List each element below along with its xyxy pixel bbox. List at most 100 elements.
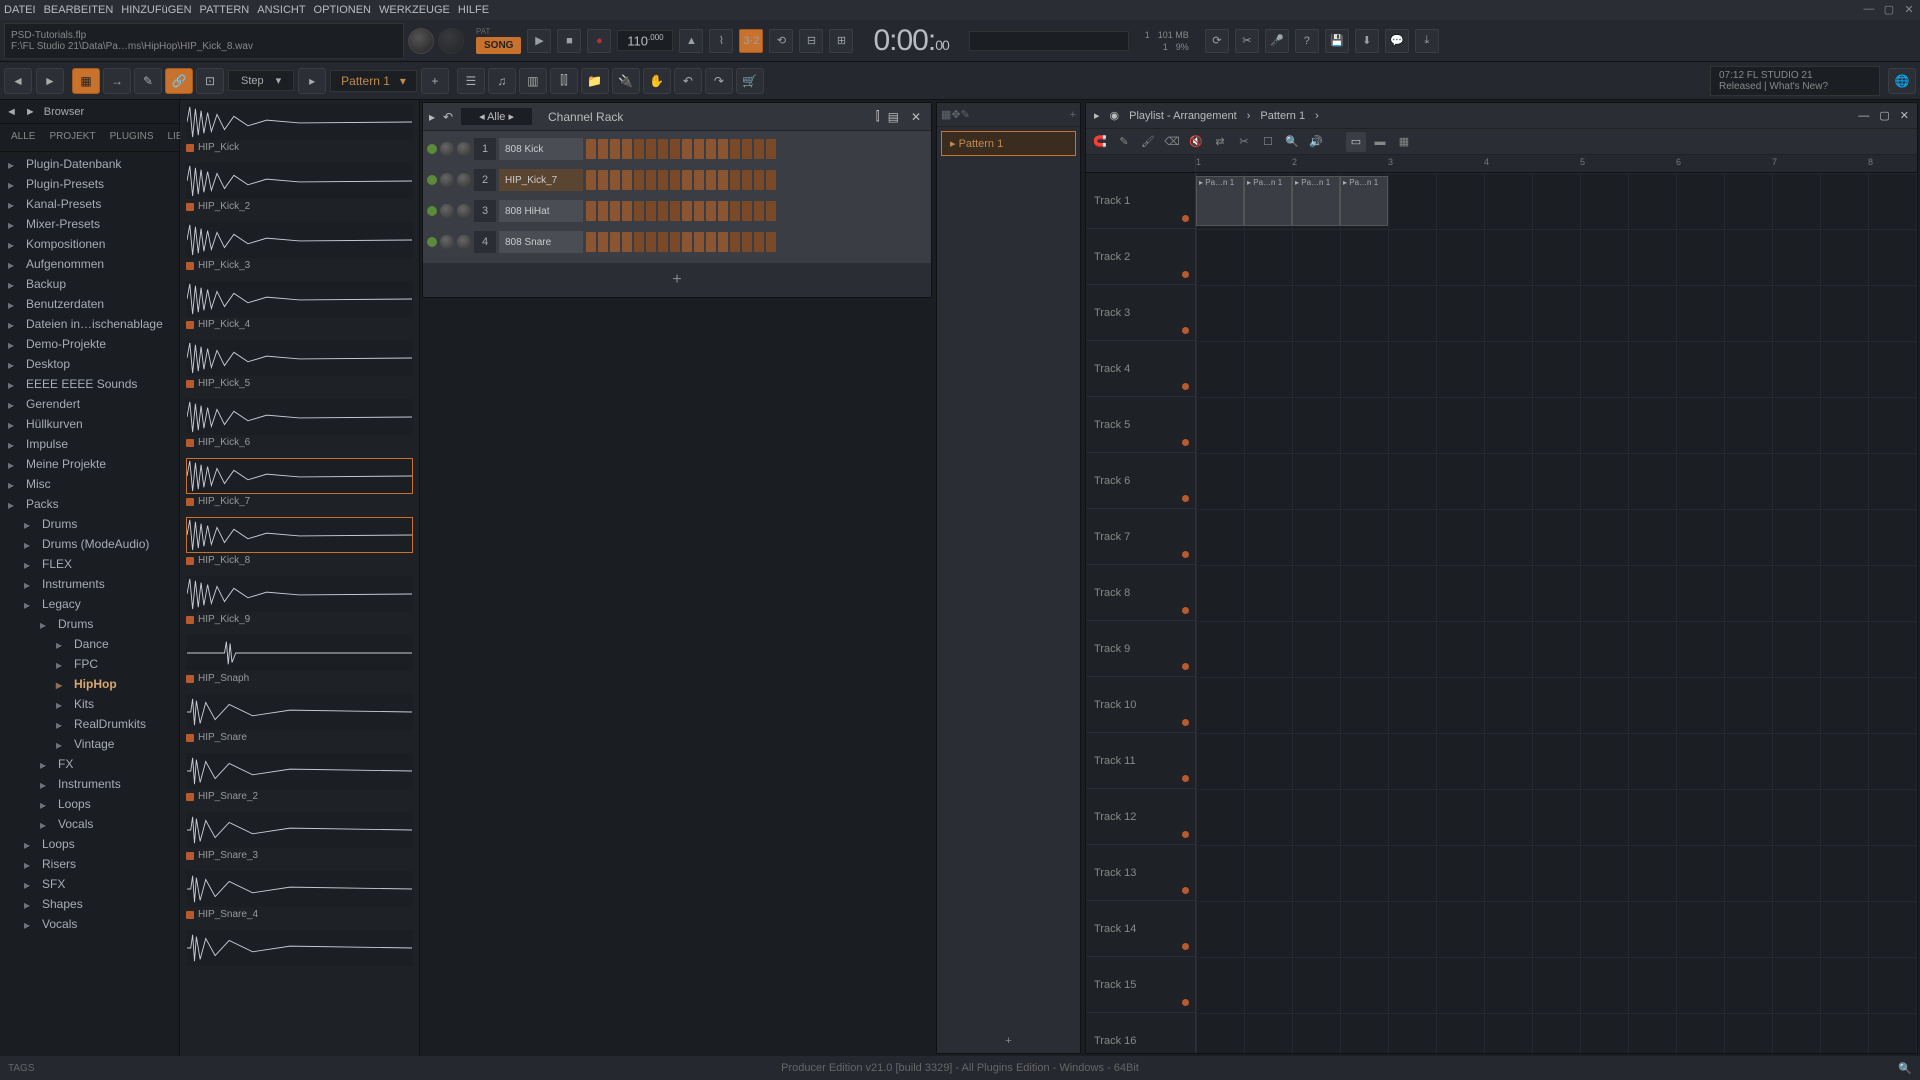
countdown-icon[interactable]: 3·2 — [739, 29, 763, 53]
sample-item[interactable]: HIP_Snaph — [186, 635, 413, 684]
step-button[interactable] — [622, 139, 632, 159]
sample-item[interactable]: HIP_Kick_7 — [186, 458, 413, 507]
step-button[interactable] — [706, 201, 716, 221]
tree-item[interactable]: ▸FLEX — [0, 554, 179, 574]
playlist-clip[interactable]: ▸ Pa…n 1 — [1244, 176, 1292, 226]
menu-hinzufuegen[interactable]: HINZUFüGEN — [121, 4, 191, 16]
step-button[interactable] — [682, 170, 692, 190]
cr-play-icon[interactable]: ▸ — [429, 110, 435, 124]
step-button[interactable] — [598, 232, 608, 252]
menu-pattern[interactable]: PATTERN — [200, 4, 250, 16]
tree-item[interactable]: ▸Packs — [0, 494, 179, 514]
channel-vol-knob[interactable] — [457, 235, 471, 249]
pl-min-icon[interactable]: — — [1858, 110, 1869, 122]
sample-item[interactable]: HIP_Snare_4 — [186, 871, 413, 920]
play-button[interactable]: ▶ — [527, 29, 551, 53]
step-button[interactable] — [706, 139, 716, 159]
menu-hilfe[interactable]: HILFE — [458, 4, 489, 16]
pattern-item[interactable]: ▸ Pattern 1 — [941, 131, 1076, 156]
step-button[interactable] — [610, 139, 620, 159]
track-status-dot[interactable] — [1182, 271, 1189, 278]
step-button[interactable] — [730, 170, 740, 190]
pl-erase-icon[interactable]: ⌫ — [1162, 132, 1182, 152]
step-button[interactable] — [694, 139, 704, 159]
cr-undo-icon[interactable]: ↶ — [443, 110, 453, 124]
track-header[interactable]: Track 16 — [1086, 1013, 1195, 1053]
track-header[interactable]: Track 10 — [1086, 677, 1195, 733]
channel-number[interactable]: 3 — [474, 200, 496, 222]
pattern-add-button[interactable]: + — [937, 1029, 1080, 1053]
channel-pan-knob[interactable] — [440, 142, 454, 156]
sample-item[interactable]: HIP_Kick_8 — [186, 517, 413, 566]
pl-marker-icon[interactable]: ◉ — [1110, 109, 1120, 122]
tree-item[interactable]: ▸Kompositionen — [0, 234, 179, 254]
step-button[interactable] — [634, 170, 644, 190]
step-button[interactable] — [718, 201, 728, 221]
channel-number[interactable]: 1 — [474, 138, 496, 160]
shop-icon[interactable]: 🛒 — [736, 68, 764, 94]
tree-item[interactable]: ▸Drums — [0, 614, 179, 634]
search-icon[interactable]: 🔍 — [1898, 1062, 1912, 1075]
track-status-dot[interactable] — [1182, 327, 1189, 334]
link-icon[interactable]: 🔗 — [165, 68, 193, 94]
help-icon[interactable]: ? — [1295, 29, 1319, 53]
sample-item[interactable]: HIP_Kick_2 — [186, 163, 413, 212]
tree-item[interactable]: ▸Plugin-Presets — [0, 174, 179, 194]
pp-add-icon[interactable]: + — [1070, 109, 1076, 121]
sample-item[interactable]: HIP_Snare — [186, 694, 413, 743]
tree-item[interactable]: ▸Benutzerdaten — [0, 294, 179, 314]
step-button[interactable] — [658, 170, 668, 190]
tree-item[interactable]: ▸Misc — [0, 474, 179, 494]
channel-pan-knob[interactable] — [440, 235, 454, 249]
playlist-clip[interactable]: ▸ Pa…n 1 — [1292, 176, 1340, 226]
tempo-tap-icon[interactable]: ✋ — [643, 68, 671, 94]
comment-icon[interactable]: 💬 — [1385, 29, 1409, 53]
tree-item[interactable]: ▸Dateien in…ischenablage — [0, 314, 179, 334]
pl-slip-icon[interactable]: ⇄ — [1210, 132, 1230, 152]
channel-pan-knob[interactable] — [440, 173, 454, 187]
mic-icon[interactable]: 🎤 — [1265, 29, 1289, 53]
step-button[interactable] — [742, 139, 752, 159]
overdub-icon[interactable]: ⟲ — [769, 29, 793, 53]
step-button[interactable] — [634, 139, 644, 159]
tree-item[interactable]: ▸Drums — [0, 514, 179, 534]
step-button[interactable] — [694, 170, 704, 190]
loop-rec-icon[interactable]: ⊟ — [799, 29, 823, 53]
tree-item[interactable]: ▸Hüllkurven — [0, 414, 179, 434]
download-icon[interactable]: ⤓ — [1415, 29, 1439, 53]
tree-item[interactable]: ▸Loops — [0, 794, 179, 814]
track-status-dot[interactable] — [1182, 663, 1189, 670]
browser-back-icon[interactable]: ◄ — [6, 106, 17, 118]
track-header[interactable]: Track 15 — [1086, 957, 1195, 1013]
nav-back-icon[interactable]: ◄ — [4, 68, 32, 94]
cr-filter-selector[interactable]: ◂ Alle ▸ — [461, 108, 532, 125]
pl-view3-icon[interactable]: ▦ — [1394, 132, 1414, 152]
channel-mute-led[interactable] — [427, 144, 437, 154]
step-button[interactable] — [754, 201, 764, 221]
sample-item[interactable]: HIP_Kick_5 — [186, 340, 413, 389]
track-header[interactable]: Track 3 — [1086, 285, 1195, 341]
undo-history-icon[interactable]: ↶ — [674, 68, 702, 94]
tree-item[interactable]: ▸Dance — [0, 634, 179, 654]
step-button[interactable] — [682, 201, 692, 221]
wait-input-icon[interactable]: ⌇ — [709, 29, 733, 53]
pat-mode-label[interactable]: PAT — [476, 27, 521, 36]
redo-icon[interactable]: ↷ — [705, 68, 733, 94]
play-small-icon[interactable]: ▸ — [298, 68, 326, 94]
channel-vol-knob[interactable] — [457, 204, 471, 218]
record-button[interactable]: ● — [587, 29, 611, 53]
step-button[interactable] — [670, 139, 680, 159]
pl-brush-icon[interactable]: 🖌 — [1138, 132, 1158, 152]
step-button[interactable] — [754, 232, 764, 252]
step-button[interactable] — [742, 201, 752, 221]
menu-optionen[interactable]: OPTIONEN — [314, 4, 371, 16]
track-status-dot[interactable] — [1182, 439, 1189, 446]
tree-item[interactable]: ▸Vocals — [0, 914, 179, 934]
browser-fwd-icon[interactable]: ► — [25, 106, 36, 118]
channel-mute-led[interactable] — [427, 175, 437, 185]
pp-edit-icon[interactable]: ✎ — [961, 108, 970, 121]
step-button[interactable] — [730, 201, 740, 221]
menu-bearbeiten[interactable]: BEARBEITEN — [44, 4, 114, 16]
track-status-dot[interactable] — [1182, 999, 1189, 1006]
step-button[interactable] — [646, 232, 656, 252]
